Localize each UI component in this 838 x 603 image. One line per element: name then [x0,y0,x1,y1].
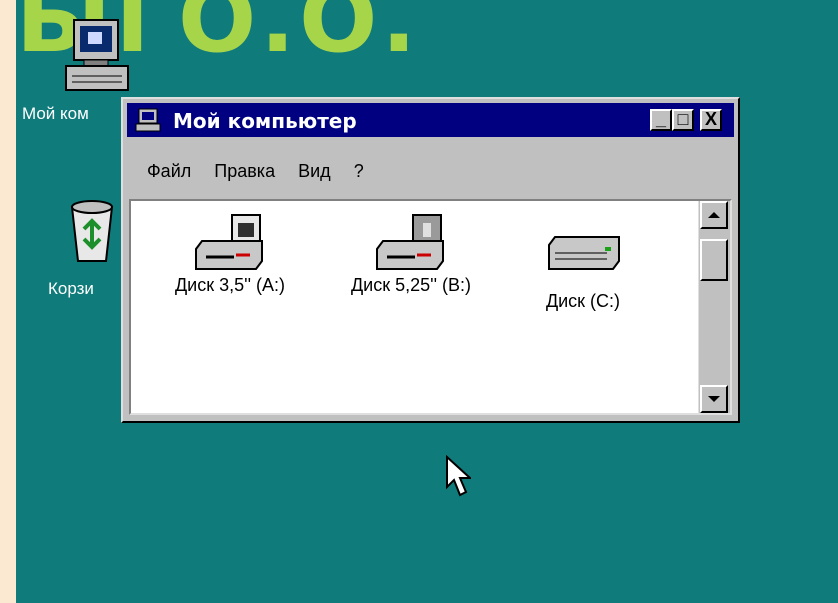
scroll-thumb[interactable] [700,239,728,281]
recycle-bin-icon [70,200,114,262]
arrow-up-icon [708,212,720,218]
drive-a[interactable]: Диск 3,5'' (A:) [145,213,315,296]
menu-help[interactable]: ? [354,161,364,181]
drive-label: Диск (C:) [545,291,621,311]
my-computer-icon [65,19,129,91]
floppy-drive-icon [376,214,444,270]
menu-edit[interactable]: Правка [214,161,275,181]
menu-view[interactable]: Вид [298,161,331,181]
drive-c[interactable]: Диск (C:) [513,231,653,312]
minimize-icon: _ [655,109,666,129]
desktop-icon-label: Мой ком [22,104,89,123]
desktop-icon-my-computer[interactable]: Мой ком [16,18,129,124]
maximize-icon: □ [677,109,689,129]
desktop-icon-recycle-bin[interactable]: Корзи [16,195,126,299]
window-titlebar[interactable]: Мой компьютер _ □ X [127,103,734,137]
drive-label: Диск 3,5'' (A:) [174,275,285,295]
arrow-down-icon [708,396,720,402]
computer-icon [135,108,161,132]
drive-b[interactable]: Диск 5,25'' (B:) [321,213,501,296]
hard-drive-icon [548,236,620,270]
my-computer-window: Мой компьютер _ □ X Файл Правка Вид ? Ди… [121,97,740,423]
mouse-cursor-icon [446,455,471,497]
scroll-up-button[interactable] [700,201,728,229]
close-button[interactable]: X [700,109,722,131]
close-icon: X [704,109,717,129]
vertical-scrollbar[interactable] [698,201,730,413]
menu-file[interactable]: Файл [147,161,191,181]
window-title: Мой компьютер [173,109,357,133]
desktop-icon-label: Корзи [48,279,94,298]
floppy-drive-icon [195,214,263,270]
menu-bar: Файл Правка Вид ? [147,161,382,182]
minimize-button[interactable]: _ [650,109,672,131]
scroll-down-button[interactable] [700,385,728,413]
drive-label: Диск 5,25'' (B:) [350,275,472,295]
window-content: Диск 3,5'' (A:) Диск 5,25'' (B:) Диск (C… [129,199,732,415]
maximize-button[interactable]: □ [672,109,694,131]
